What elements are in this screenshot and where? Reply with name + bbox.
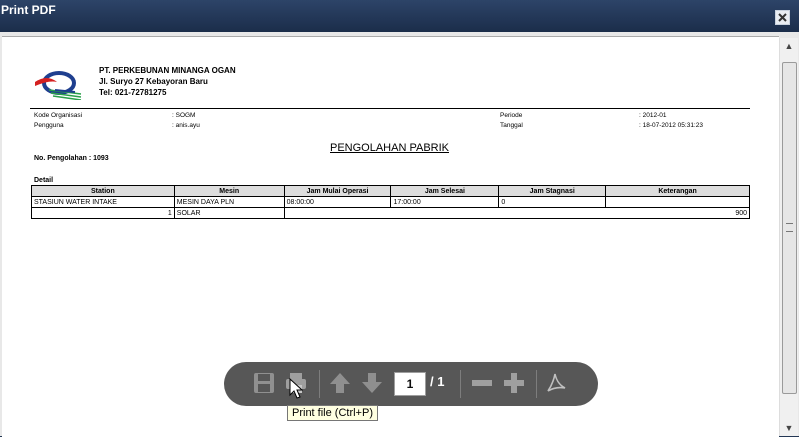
header-divider xyxy=(30,108,750,109)
pengguna-label: Pengguna xyxy=(34,122,64,129)
page-number-input[interactable]: 1 xyxy=(394,372,426,396)
company-phone: Tel: 021-72781275 xyxy=(99,88,167,97)
column-header: Station xyxy=(31,185,175,197)
table-header-row: Station Mesin Jam Mulai Operasi Jam Sele… xyxy=(31,185,750,197)
table-cell: 0 xyxy=(498,196,607,208)
table-cell: 1 xyxy=(31,207,175,219)
close-button[interactable] xyxy=(775,10,790,25)
save-icon[interactable] xyxy=(252,371,276,395)
table-row: 1 SOLAR 900 xyxy=(31,207,751,219)
periode-label: Periode xyxy=(500,112,523,119)
cursor-icon xyxy=(289,378,303,399)
close-icon xyxy=(778,13,787,22)
tanggal-label: Tanggal xyxy=(500,122,523,129)
table-cell xyxy=(605,196,750,208)
scroll-up-arrow-icon[interactable]: ▲ xyxy=(780,38,798,54)
column-header: Jam Selesai xyxy=(390,185,500,197)
table-cell: 08:00:00 xyxy=(283,196,392,208)
pdf-toolbar: 1 / 1 xyxy=(224,362,598,406)
print-tooltip: Print file (Ctrl+P) xyxy=(287,405,378,421)
company-address: Jl. Suryo 27 Kebayoran Baru xyxy=(99,77,208,86)
table-row: STASIUN WATER INTAKE MESIN DAYA PLN 08:0… xyxy=(31,196,750,208)
window-title: Print PDF xyxy=(1,3,56,17)
column-header: Jam Mulai Operasi xyxy=(283,185,392,197)
window-titlebar: Print PDF xyxy=(0,0,799,32)
zoom-in-icon[interactable] xyxy=(502,371,526,395)
kode-label: Kode Organisasi xyxy=(34,112,83,119)
column-header: Jam Stagnasi xyxy=(498,185,607,197)
table-cell: 900 xyxy=(283,207,751,219)
detail-label: Detail xyxy=(34,177,54,184)
page-total: / 1 xyxy=(430,374,445,389)
zoom-out-icon[interactable] xyxy=(470,371,494,395)
company-logo xyxy=(35,71,82,100)
kode-value: : SOGM xyxy=(172,112,196,119)
acrobat-icon[interactable] xyxy=(544,371,568,395)
table-cell: 17:00:00 xyxy=(390,196,500,208)
vertical-scrollbar[interactable]: ▲ ▼ xyxy=(779,38,798,436)
periode-value: : 2012-01 xyxy=(639,112,667,119)
detail-table: Station Mesin Jam Mulai Operasi Jam Sele… xyxy=(31,185,751,219)
pengguna-value: : anis.ayu xyxy=(172,122,200,129)
column-header: Keterangan xyxy=(605,185,750,197)
column-header: Mesin xyxy=(173,185,285,197)
arrow-down-icon[interactable] xyxy=(360,371,384,395)
table-cell: STASIUN WATER INTAKE xyxy=(31,196,175,208)
report-title: PENGOLAHAN PABRIK xyxy=(330,142,449,154)
company-name: PT. PERKEBUNAN MINANGA OGAN xyxy=(99,66,236,75)
tanggal-value: : 18-07-2012 05:31:23 xyxy=(639,122,703,129)
pengolahan-number: No. Pengolahan : 1093 xyxy=(34,155,109,162)
scroll-down-arrow-icon[interactable]: ▼ xyxy=(780,420,798,436)
scroll-thumb[interactable] xyxy=(782,62,797,394)
table-cell: SOLAR xyxy=(173,207,285,219)
arrow-up-icon[interactable] xyxy=(328,371,352,395)
table-cell: MESIN DAYA PLN xyxy=(173,196,285,208)
